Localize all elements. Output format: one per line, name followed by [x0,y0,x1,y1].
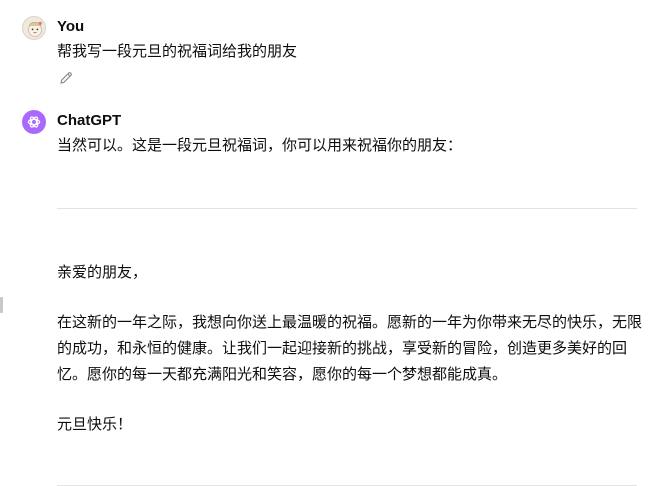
chat-page: You 帮我写一段元旦的祝福词给我的朋友 ChatGPT 当然可以。这是一段元旦… [0,0,672,486]
user-avatar-icon [22,16,46,40]
letter-greeting: 亲爱的朋友， [57,263,148,281]
letter-body: 在这新的一年之际，我想向你送上最温暖的祝福。愿新的一年为你带来无尽的快乐，无限的… [57,313,643,383]
assistant-author-name: ChatGPT [57,112,122,129]
scroll-indicator[interactable] [0,297,3,313]
letter-closing: 元旦快乐！ [57,415,133,433]
openai-logo-icon [22,110,46,134]
assistant-intro-text: 当然可以。这是一段元旦祝福词，你可以用来祝福你的朋友： [57,136,463,154]
pencil-icon[interactable] [58,70,74,86]
user-message-text: 帮我写一段元旦的祝福词给我的朋友 [57,42,298,60]
divider-top [57,208,637,209]
user-author-name: You [57,18,85,35]
